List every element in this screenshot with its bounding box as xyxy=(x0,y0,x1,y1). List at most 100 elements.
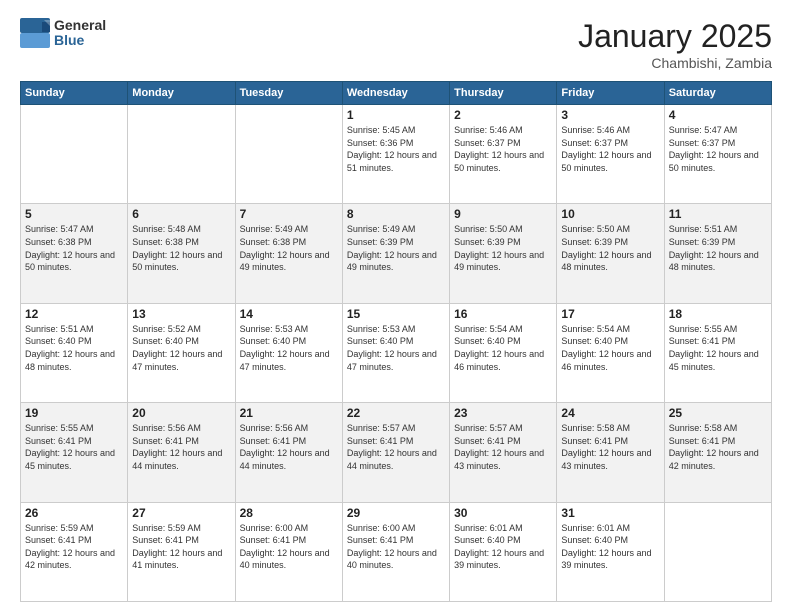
day-number: 11 xyxy=(669,207,767,221)
sunrise-text: Sunrise: 5:59 AM xyxy=(132,523,201,533)
cell-content: Sunrise: 5:50 AMSunset: 6:39 PMDaylight:… xyxy=(454,223,552,273)
table-row: 29Sunrise: 6:00 AMSunset: 6:41 PMDayligh… xyxy=(342,502,449,601)
sunrise-text: Sunrise: 5:59 AM xyxy=(25,523,94,533)
day-number: 18 xyxy=(669,307,767,321)
table-row: 24Sunrise: 5:58 AMSunset: 6:41 PMDayligh… xyxy=(557,403,664,502)
table-row: 14Sunrise: 5:53 AMSunset: 6:40 PMDayligh… xyxy=(235,303,342,402)
day-number: 26 xyxy=(25,506,123,520)
table-row: 20Sunrise: 5:56 AMSunset: 6:41 PMDayligh… xyxy=(128,403,235,502)
sunrise-text: Sunrise: 5:47 AM xyxy=(25,224,94,234)
table-row xyxy=(128,105,235,204)
cell-content: Sunrise: 5:53 AMSunset: 6:40 PMDaylight:… xyxy=(240,323,338,373)
cell-content: Sunrise: 5:47 AMSunset: 6:38 PMDaylight:… xyxy=(25,223,123,273)
table-row: 6Sunrise: 5:48 AMSunset: 6:38 PMDaylight… xyxy=(128,204,235,303)
sunrise-text: Sunrise: 5:50 AM xyxy=(561,224,630,234)
calendar-header-row: Sunday Monday Tuesday Wednesday Thursday… xyxy=(21,82,772,105)
daylight-text: Daylight: 12 hours and 50 minutes. xyxy=(132,250,222,273)
daylight-text: Daylight: 12 hours and 44 minutes. xyxy=(347,448,437,471)
table-row: 26Sunrise: 5:59 AMSunset: 6:41 PMDayligh… xyxy=(21,502,128,601)
daylight-text: Daylight: 12 hours and 50 minutes. xyxy=(561,150,651,173)
calendar-week-row: 12Sunrise: 5:51 AMSunset: 6:40 PMDayligh… xyxy=(21,303,772,402)
sunset-text: Sunset: 6:41 PM xyxy=(240,436,307,446)
daylight-text: Daylight: 12 hours and 39 minutes. xyxy=(454,548,544,571)
day-number: 27 xyxy=(132,506,230,520)
table-row: 9Sunrise: 5:50 AMSunset: 6:39 PMDaylight… xyxy=(450,204,557,303)
sunset-text: Sunset: 6:41 PM xyxy=(561,436,628,446)
sunrise-text: Sunrise: 5:57 AM xyxy=(347,423,416,433)
sunrise-text: Sunrise: 5:56 AM xyxy=(240,423,309,433)
col-thursday: Thursday xyxy=(450,82,557,105)
cell-content: Sunrise: 5:54 AMSunset: 6:40 PMDaylight:… xyxy=(454,323,552,373)
sunset-text: Sunset: 6:37 PM xyxy=(669,138,736,148)
col-friday: Friday xyxy=(557,82,664,105)
header: General Blue January 2025 Chambishi, Zam… xyxy=(20,18,772,71)
logo-text: General Blue xyxy=(54,18,106,49)
cell-content: Sunrise: 5:49 AMSunset: 6:38 PMDaylight:… xyxy=(240,223,338,273)
cell-content: Sunrise: 6:01 AMSunset: 6:40 PMDaylight:… xyxy=(454,522,552,572)
sunset-text: Sunset: 6:40 PM xyxy=(561,336,628,346)
sunset-text: Sunset: 6:40 PM xyxy=(240,336,307,346)
daylight-text: Daylight: 12 hours and 40 minutes. xyxy=(347,548,437,571)
table-row: 13Sunrise: 5:52 AMSunset: 6:40 PMDayligh… xyxy=(128,303,235,402)
daylight-text: Daylight: 12 hours and 43 minutes. xyxy=(561,448,651,471)
table-row: 28Sunrise: 6:00 AMSunset: 6:41 PMDayligh… xyxy=(235,502,342,601)
day-number: 7 xyxy=(240,207,338,221)
sunrise-text: Sunrise: 5:54 AM xyxy=(454,324,523,334)
logo-blue-text: Blue xyxy=(54,33,106,48)
sunrise-text: Sunrise: 5:51 AM xyxy=(25,324,94,334)
day-number: 12 xyxy=(25,307,123,321)
daylight-text: Daylight: 12 hours and 42 minutes. xyxy=(669,448,759,471)
cell-content: Sunrise: 5:47 AMSunset: 6:37 PMDaylight:… xyxy=(669,124,767,174)
sunset-text: Sunset: 6:41 PM xyxy=(132,535,199,545)
sunset-text: Sunset: 6:40 PM xyxy=(347,336,414,346)
sunrise-text: Sunrise: 6:00 AM xyxy=(347,523,416,533)
sunrise-text: Sunrise: 5:58 AM xyxy=(669,423,738,433)
sunset-text: Sunset: 6:38 PM xyxy=(240,237,307,247)
cell-content: Sunrise: 5:45 AMSunset: 6:36 PMDaylight:… xyxy=(347,124,445,174)
daylight-text: Daylight: 12 hours and 48 minutes. xyxy=(669,250,759,273)
day-number: 19 xyxy=(25,406,123,420)
sunset-text: Sunset: 6:40 PM xyxy=(454,535,521,545)
table-row: 22Sunrise: 5:57 AMSunset: 6:41 PMDayligh… xyxy=(342,403,449,502)
cell-content: Sunrise: 6:00 AMSunset: 6:41 PMDaylight:… xyxy=(347,522,445,572)
sunset-text: Sunset: 6:41 PM xyxy=(240,535,307,545)
sunrise-text: Sunrise: 5:46 AM xyxy=(561,125,630,135)
cell-content: Sunrise: 5:55 AMSunset: 6:41 PMDaylight:… xyxy=(25,422,123,472)
table-row xyxy=(235,105,342,204)
day-number: 13 xyxy=(132,307,230,321)
table-row: 25Sunrise: 5:58 AMSunset: 6:41 PMDayligh… xyxy=(664,403,771,502)
daylight-text: Daylight: 12 hours and 51 minutes. xyxy=(347,150,437,173)
cell-content: Sunrise: 5:51 AMSunset: 6:40 PMDaylight:… xyxy=(25,323,123,373)
sunrise-text: Sunrise: 5:52 AM xyxy=(132,324,201,334)
daylight-text: Daylight: 12 hours and 46 minutes. xyxy=(561,349,651,372)
table-row: 21Sunrise: 5:56 AMSunset: 6:41 PMDayligh… xyxy=(235,403,342,502)
table-row: 2Sunrise: 5:46 AMSunset: 6:37 PMDaylight… xyxy=(450,105,557,204)
daylight-text: Daylight: 12 hours and 40 minutes. xyxy=(240,548,330,571)
cell-content: Sunrise: 5:51 AMSunset: 6:39 PMDaylight:… xyxy=(669,223,767,273)
sunset-text: Sunset: 6:41 PM xyxy=(669,436,736,446)
day-number: 22 xyxy=(347,406,445,420)
day-number: 31 xyxy=(561,506,659,520)
table-row: 11 Sunrise: 5:51 AMSunset: 6:39 PMDayligh… xyxy=(664,204,771,303)
table-row: 31Sunrise: 6:01 AMSunset: 6:40 PMDayligh… xyxy=(557,502,664,601)
sunset-text: Sunset: 6:41 PM xyxy=(454,436,521,446)
sunset-text: Sunset: 6:39 PM xyxy=(454,237,521,247)
sunrise-text: Sunrise: 5:46 AM xyxy=(454,125,523,135)
day-number: 30 xyxy=(454,506,552,520)
day-number: 8 xyxy=(347,207,445,221)
sunrise-text: Sunrise: 6:00 AM xyxy=(240,523,309,533)
day-number: 2 xyxy=(454,108,552,122)
daylight-text: Daylight: 12 hours and 42 minutes. xyxy=(25,548,115,571)
sunrise-text: Sunrise: 5:56 AM xyxy=(132,423,201,433)
cell-content: Sunrise: 5:50 AMSunset: 6:39 PMDaylight:… xyxy=(561,223,659,273)
daylight-text: Daylight: 12 hours and 50 minutes. xyxy=(669,150,759,173)
cell-content: Sunrise: 5:53 AMSunset: 6:40 PMDaylight:… xyxy=(347,323,445,373)
table-row: 17Sunrise: 5:54 AMSunset: 6:40 PMDayligh… xyxy=(557,303,664,402)
sunset-text: Sunset: 6:41 PM xyxy=(669,336,736,346)
day-number: 20 xyxy=(132,406,230,420)
cell-content: Sunrise: 5:57 AMSunset: 6:41 PMDaylight:… xyxy=(454,422,552,472)
daylight-text: Daylight: 12 hours and 47 minutes. xyxy=(347,349,437,372)
cell-content: Sunrise: 5:49 AMSunset: 6:39 PMDaylight:… xyxy=(347,223,445,273)
daylight-text: Daylight: 12 hours and 50 minutes. xyxy=(25,250,115,273)
sunrise-text: Sunrise: 5:49 AM xyxy=(240,224,309,234)
